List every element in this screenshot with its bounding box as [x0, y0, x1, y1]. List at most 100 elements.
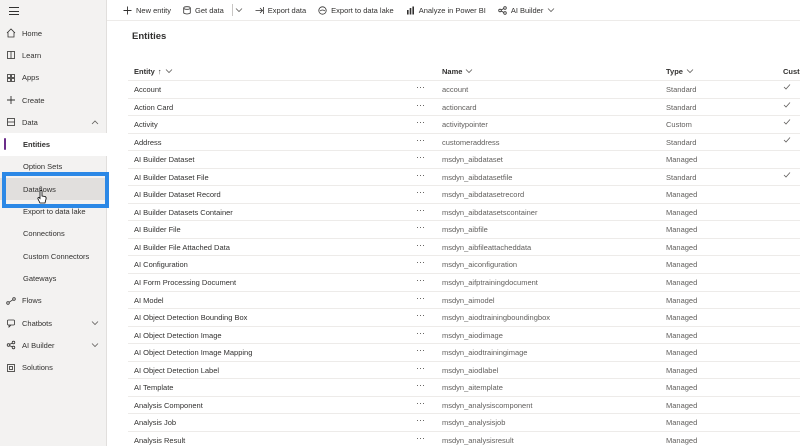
entity-display-name[interactable]: AI Object Detection Label	[134, 366, 219, 375]
entity-display-name[interactable]: Action Card	[134, 103, 173, 112]
nav-item-chatbots[interactable]: Chatbots	[0, 312, 107, 334]
table-row[interactable]: AI Builder Dataset ⋯ msdyn_aibdataset Manag…	[128, 151, 800, 169]
entity-display-name[interactable]: Activity	[134, 120, 158, 129]
nav-item-solutions[interactable]: Solutions	[0, 356, 107, 378]
more-options-icon[interactable]: ⋯	[416, 345, 426, 356]
table-row[interactable]: AI Configuration ⋯ msdyn_aiconfiguration Ma…	[128, 256, 800, 275]
nav-label: Solutions	[22, 363, 53, 373]
more-options-icon[interactable]: ⋯	[416, 415, 426, 426]
table-row[interactable]: Activity ⋯ activitypointer Custom	[128, 116, 800, 134]
more-options-icon[interactable]: ⋯	[416, 433, 426, 444]
table-row[interactable]: Analysis Job ⋯ msdyn_analysisjob Managed	[128, 414, 800, 432]
table-row[interactable]: AI Builder Dataset File ⋯ msdyn_aibdataset…	[128, 169, 800, 187]
table-row[interactable]: AI Object Detection Bounding Box ⋯ msdyn_a…	[128, 309, 800, 327]
entity-display-name[interactable]: Analysis Result	[134, 436, 185, 445]
nav-item-gateways[interactable]: Gateways	[0, 267, 107, 289]
entity-display-name[interactable]: Analysis Job	[134, 418, 176, 427]
analyze-in-power-bi-button[interactable]: Analyze in Power BI	[406, 6, 486, 15]
more-options-icon[interactable]: ⋯	[416, 152, 426, 163]
table-row[interactable]: Analysis Result ⋯ msdyn_analysisresult Mana…	[128, 432, 800, 446]
table-row[interactable]: Analysis Component ⋯ msdyn_analysiscompone…	[128, 397, 800, 415]
entity-display-name[interactable]: Address	[134, 138, 162, 147]
nav-label: Gateways	[23, 273, 57, 283]
more-options-icon[interactable]: ⋯	[416, 100, 426, 111]
entity-display-name[interactable]: Analysis Component	[134, 401, 203, 410]
nav-item-apps[interactable]: Apps	[0, 67, 107, 89]
table-row[interactable]: AI Object Detection Label ⋯ msdyn_aiodlabe…	[128, 362, 800, 380]
entity-display-name[interactable]: AI Builder Dataset Record	[134, 190, 221, 199]
table-row[interactable]: AI Model ⋯ msdyn_aimodel Managed	[128, 292, 800, 310]
nav-label: Learn	[22, 50, 42, 60]
nav-item-create[interactable]: Create	[0, 89, 107, 111]
get-data-button[interactable]: Get data	[183, 6, 224, 15]
entity-display-name[interactable]: AI Builder Dataset File	[134, 173, 209, 182]
table-row[interactable]: AI Template ⋯ msdyn_aitemplate Managed	[128, 379, 800, 397]
more-options-icon[interactable]: ⋯	[416, 275, 426, 286]
nav-item-learn[interactable]: Learn	[0, 44, 107, 66]
more-options-icon[interactable]: ⋯	[416, 257, 426, 268]
entity-display-name[interactable]: AI Model	[134, 296, 164, 305]
nav-item-flows[interactable]: Flows	[0, 290, 107, 312]
column-header-type[interactable]: Type	[666, 67, 694, 76]
nav-item-export-to-data-lake[interactable]: Export to data lake	[0, 200, 107, 222]
entity-display-name[interactable]: Account	[134, 85, 161, 94]
entity-display-name[interactable]: AI Builder File	[134, 225, 181, 234]
more-options-icon[interactable]: ⋯	[416, 82, 426, 93]
table-row[interactable]: AI Builder File ⋯ msdyn_aibfile Managed	[128, 221, 800, 239]
hamburger-menu-icon[interactable]	[9, 7, 19, 15]
more-options-icon[interactable]: ⋯	[416, 117, 426, 128]
entity-display-name[interactable]: AI Object Detection Image Mapping	[134, 348, 252, 357]
chevron-up-icon[interactable]	[91, 118, 99, 127]
table-row[interactable]: AI Object Detection Image Mapping ⋯ msdyn_…	[128, 344, 800, 362]
more-options-icon[interactable]: ⋯	[416, 310, 426, 321]
entity-display-name[interactable]: AI Builder Dataset	[134, 155, 194, 164]
export-to-data-lake-button[interactable]: Export to data lake	[318, 6, 394, 15]
entity-display-name[interactable]: AI Builder Datasets Container	[134, 208, 233, 217]
nav-item-ai-builder[interactable]: AI Builder	[0, 334, 107, 356]
nav-item-entities[interactable]: Entities	[0, 133, 107, 156]
ai-builder-button[interactable]: AI Builder	[498, 6, 560, 15]
nav-item-option-sets[interactable]: Option Sets	[0, 156, 107, 178]
nav-label: Home	[22, 28, 43, 38]
more-options-icon[interactable]: ⋯	[416, 170, 426, 181]
entity-display-name[interactable]: AI Form Processing Document	[134, 278, 236, 287]
entity-display-name[interactable]: AI Builder File Attached Data	[134, 243, 230, 252]
hand-cursor-icon	[37, 190, 47, 204]
new-entity-button[interactable]: New entity	[123, 6, 171, 15]
more-options-icon[interactable]: ⋯	[416, 205, 426, 216]
nav-item-custom-connectors[interactable]: Custom Connectors	[0, 245, 107, 267]
command-bar: New entity Get data Export data Export t…	[107, 0, 800, 21]
get-data-dropdown[interactable]	[235, 7, 247, 13]
more-options-icon[interactable]: ⋯	[416, 222, 426, 233]
chevron-down-icon[interactable]	[91, 341, 99, 350]
column-header-name[interactable]: Name	[442, 67, 473, 76]
column-header-entity[interactable]: Entity ↑	[134, 67, 173, 76]
entity-display-name[interactable]: AI Configuration	[134, 260, 188, 269]
nav-item-dataflows[interactable]: Dataflows	[0, 178, 107, 201]
table-row[interactable]: Address ⋯ customeraddress Standard	[128, 134, 800, 152]
table-row[interactable]: AI Builder File Attached Data ⋯ msdyn_aibf…	[128, 239, 800, 257]
entity-display-name[interactable]: AI Object Detection Bounding Box	[134, 313, 247, 322]
more-options-icon[interactable]: ⋯	[416, 380, 426, 391]
nav-item-home[interactable]: Home	[0, 22, 107, 44]
chevron-down-icon[interactable]	[91, 319, 99, 328]
more-options-icon[interactable]: ⋯	[416, 363, 426, 374]
table-row[interactable]: Action Card ⋯ actioncard Standard	[128, 99, 800, 117]
table-row[interactable]: AI Object Detection Image ⋯ msdyn_aiodimag…	[128, 327, 800, 345]
table-row[interactable]: Account ⋯ account Standard	[128, 81, 800, 99]
more-options-icon[interactable]: ⋯	[416, 398, 426, 409]
table-row[interactable]: AI Builder Dataset Record ⋯ msdyn_aibdatas…	[128, 186, 800, 204]
more-options-icon[interactable]: ⋯	[416, 187, 426, 198]
column-header-custom[interactable]: Custo	[783, 67, 800, 76]
more-options-icon[interactable]: ⋯	[416, 293, 426, 304]
entity-display-name[interactable]: AI Object Detection Image	[134, 331, 222, 340]
export-data-button[interactable]: Export data	[255, 6, 306, 15]
nav-item-data[interactable]: Data	[0, 111, 107, 133]
more-options-icon[interactable]: ⋯	[416, 328, 426, 339]
more-options-icon[interactable]: ⋯	[416, 240, 426, 251]
entity-display-name[interactable]: AI Template	[134, 383, 173, 392]
nav-item-connections[interactable]: Connections	[0, 223, 107, 245]
table-row[interactable]: AI Builder Datasets Container ⋯ msdyn_aibd…	[128, 204, 800, 222]
table-row[interactable]: AI Form Processing Document ⋯ msdyn_aifptr…	[128, 274, 800, 292]
more-options-icon[interactable]: ⋯	[416, 135, 426, 146]
